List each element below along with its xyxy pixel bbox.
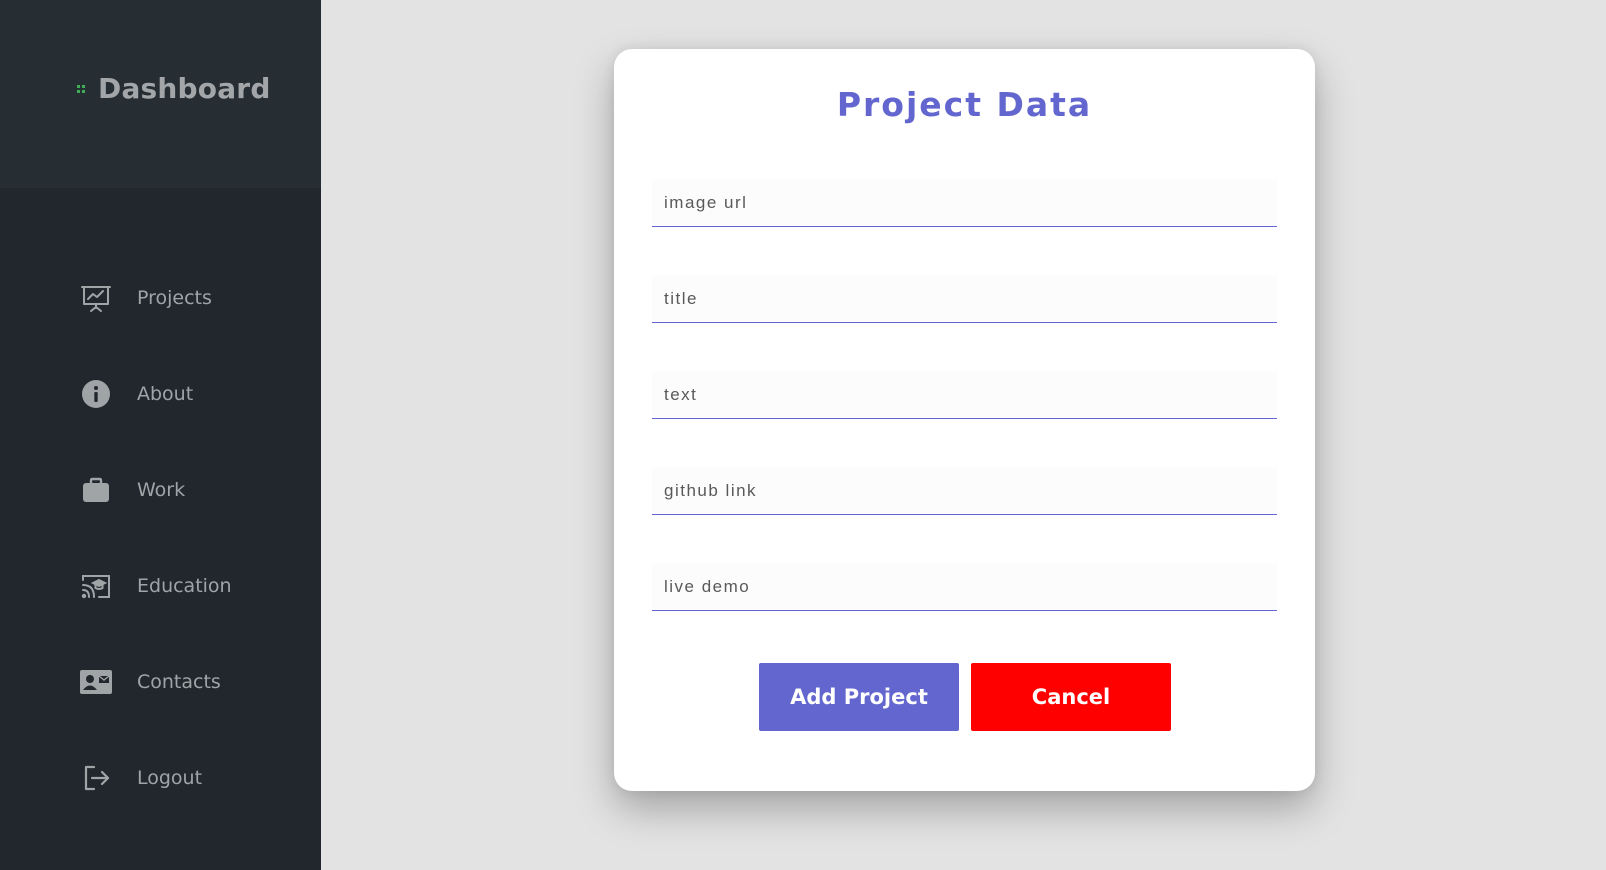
sidebar-item-label: Contacts (137, 671, 221, 693)
logout-icon (80, 762, 112, 794)
sidebar-item-education[interactable]: Education (0, 538, 321, 634)
modal-title: Project Data (836, 85, 1093, 124)
brand-title: Dashboard (98, 72, 271, 105)
info-circle-icon (80, 378, 112, 410)
live-demo-input[interactable] (652, 563, 1277, 611)
grid-dots-icon (76, 84, 86, 94)
sidebar-item-contacts[interactable]: Contacts (0, 634, 321, 730)
title-input[interactable] (652, 275, 1277, 323)
sidebar-item-about[interactable]: About (0, 346, 321, 442)
image-url-input[interactable] (652, 179, 1277, 227)
sidebar-nav: Projects About Work Education Contacts L… (0, 250, 321, 826)
sidebar: Dashboard Projects About Work Education … (0, 0, 321, 870)
brand[interactable]: Dashboard (76, 72, 271, 105)
contact-card-icon (80, 666, 112, 698)
sidebar-item-projects[interactable]: Projects (0, 250, 321, 346)
presentation-chart-icon (80, 282, 112, 314)
add-project-button[interactable]: Add Project (759, 663, 959, 731)
cancel-button[interactable]: Cancel (971, 663, 1171, 731)
sidebar-item-work[interactable]: Work (0, 442, 321, 538)
sidebar-item-label: Projects (137, 287, 212, 309)
sidebar-item-label: Work (137, 479, 186, 501)
cast-education-icon (80, 570, 112, 602)
github-link-input[interactable] (652, 467, 1277, 515)
sidebar-item-label: Logout (137, 767, 203, 789)
sidebar-item-logout[interactable]: Logout (0, 730, 321, 826)
sidebar-item-label: Education (137, 575, 232, 597)
briefcase-icon (80, 474, 112, 506)
project-data-modal: Project Data Add Project Cancel (614, 49, 1315, 791)
sidebar-item-label: About (137, 383, 194, 405)
text-input[interactable] (652, 371, 1277, 419)
sidebar-header: Dashboard (0, 0, 321, 188)
